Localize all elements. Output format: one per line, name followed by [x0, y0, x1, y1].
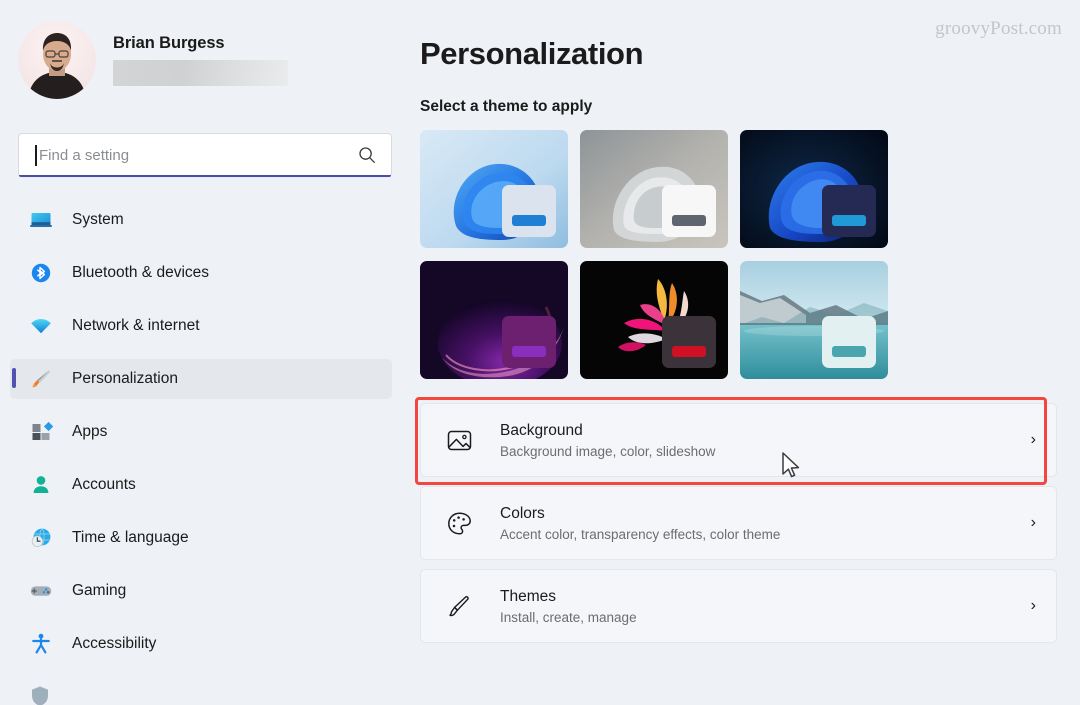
theme-tile[interactable]	[420, 130, 568, 248]
search-container: Find a setting	[18, 133, 392, 177]
row-description: Background image, color, slideshow	[500, 443, 716, 459]
apps-icon	[28, 419, 54, 445]
main-content: groovyPost.com Personalization Select a …	[412, 0, 1080, 705]
palette-icon	[443, 510, 475, 537]
watermark: groovyPost.com	[935, 18, 1062, 39]
globe-clock-icon	[28, 525, 54, 551]
row-title: Themes	[500, 587, 556, 605]
bluetooth-icon	[28, 260, 54, 286]
avatar[interactable]	[18, 21, 96, 99]
shield-icon	[32, 686, 48, 705]
chevron-right-icon[interactable]: ›	[1031, 431, 1036, 449]
sidebar-item-personalization[interactable]: Personalization	[10, 359, 392, 399]
sidebar-item-label: Network & internet	[72, 317, 200, 334]
settings-row-background[interactable]: Background Background image, color, slid…	[415, 397, 1057, 485]
row-description: Install, create, manage	[500, 609, 637, 625]
settings-row-colors[interactable]: Colors Accent color, transparency effect…	[420, 486, 1057, 560]
theme-tile[interactable]	[740, 130, 888, 248]
search-placeholder: Find a setting	[39, 146, 130, 164]
theme-window-preview	[662, 316, 716, 368]
sidebar-item-accessibility[interactable]: Accessibility	[10, 624, 392, 664]
sidebar-item-label: Apps	[72, 423, 108, 440]
settings-window: Brian Burgess Find a setting System Blue…	[0, 0, 1080, 705]
theme-tile[interactable]	[580, 130, 728, 248]
row-description: Accent color, transparency effects, colo…	[500, 526, 781, 542]
settings-rows: Background Background image, color, slid…	[415, 397, 1057, 643]
avatar-photo	[18, 21, 96, 99]
paintbrush-icon	[28, 366, 54, 392]
theme-window-preview	[662, 185, 716, 237]
user-profile[interactable]: Brian Burgess	[0, 18, 412, 102]
picture-icon	[443, 427, 475, 454]
page-title: Personalization	[420, 36, 644, 71]
sidebar-item-privacy-partial[interactable]	[28, 684, 52, 705]
theme-window-preview	[502, 185, 556, 237]
theme-accent-pill	[672, 346, 706, 357]
theme-tile[interactable]	[580, 261, 728, 379]
gamepad-icon	[28, 578, 54, 604]
sidebar: Brian Burgess Find a setting System Blue…	[0, 0, 412, 705]
sidebar-item-label: Gaming	[72, 582, 127, 599]
sidebar-nav: System Bluetooth & devices Network & int…	[0, 200, 412, 664]
paintbrush-outline-icon	[443, 593, 475, 620]
settings-row-themes[interactable]: Themes Install, create, manage ›	[420, 569, 1057, 643]
mouse-cursor	[780, 451, 802, 486]
profile-email-redacted	[113, 60, 288, 86]
sidebar-item-label: Personalization	[72, 370, 178, 387]
theme-accent-pill	[512, 215, 546, 226]
sidebar-item-label: Bluetooth & devices	[72, 264, 210, 281]
theme-window-preview	[822, 316, 876, 368]
chevron-right-icon[interactable]: ›	[1031, 597, 1036, 615]
theme-accent-pill	[832, 215, 866, 226]
row-text-block: Colors Accent color, transparency effect…	[500, 505, 1031, 542]
sidebar-item-label: Accessibility	[72, 635, 157, 652]
row-title: Colors	[500, 504, 545, 522]
sidebar-item-label: Accounts	[72, 476, 136, 493]
sidebar-item-time-language[interactable]: Time & language	[10, 518, 392, 558]
theme-tile[interactable]	[420, 261, 568, 379]
profile-text-block: Brian Burgess	[113, 34, 288, 86]
search-icon[interactable]	[358, 146, 376, 169]
theme-accent-pill	[512, 346, 546, 357]
wifi-icon	[28, 313, 54, 339]
accessibility-icon	[28, 631, 54, 657]
person-icon	[28, 472, 54, 498]
sidebar-item-apps[interactable]: Apps	[10, 412, 392, 452]
theme-tile[interactable]	[740, 261, 888, 379]
sidebar-item-label: System	[72, 211, 124, 228]
text-caret	[35, 145, 37, 166]
row-text-block: Themes Install, create, manage	[500, 588, 1031, 625]
row-title: Background	[500, 421, 583, 439]
theme-window-preview	[502, 316, 556, 368]
sidebar-item-gaming[interactable]: Gaming	[10, 571, 392, 611]
theme-accent-pill	[832, 346, 866, 357]
sidebar-item-system[interactable]: System	[10, 200, 392, 240]
theme-grid	[420, 130, 888, 379]
chevron-right-icon[interactable]: ›	[1031, 514, 1036, 532]
theme-window-preview	[822, 185, 876, 237]
profile-name: Brian Burgess	[113, 34, 225, 52]
search-input[interactable]: Find a setting	[18, 133, 392, 177]
theme-accent-pill	[672, 215, 706, 226]
monitor-icon	[28, 207, 54, 233]
theme-section-label: Select a theme to apply	[420, 98, 593, 115]
row-text-block: Background Background image, color, slid…	[500, 422, 1031, 459]
sidebar-item-network-internet[interactable]: Network & internet	[10, 306, 392, 346]
sidebar-item-bluetooth-devices[interactable]: Bluetooth & devices	[10, 253, 392, 293]
sidebar-item-label: Time & language	[72, 529, 189, 546]
sidebar-item-accounts[interactable]: Accounts	[10, 465, 392, 505]
